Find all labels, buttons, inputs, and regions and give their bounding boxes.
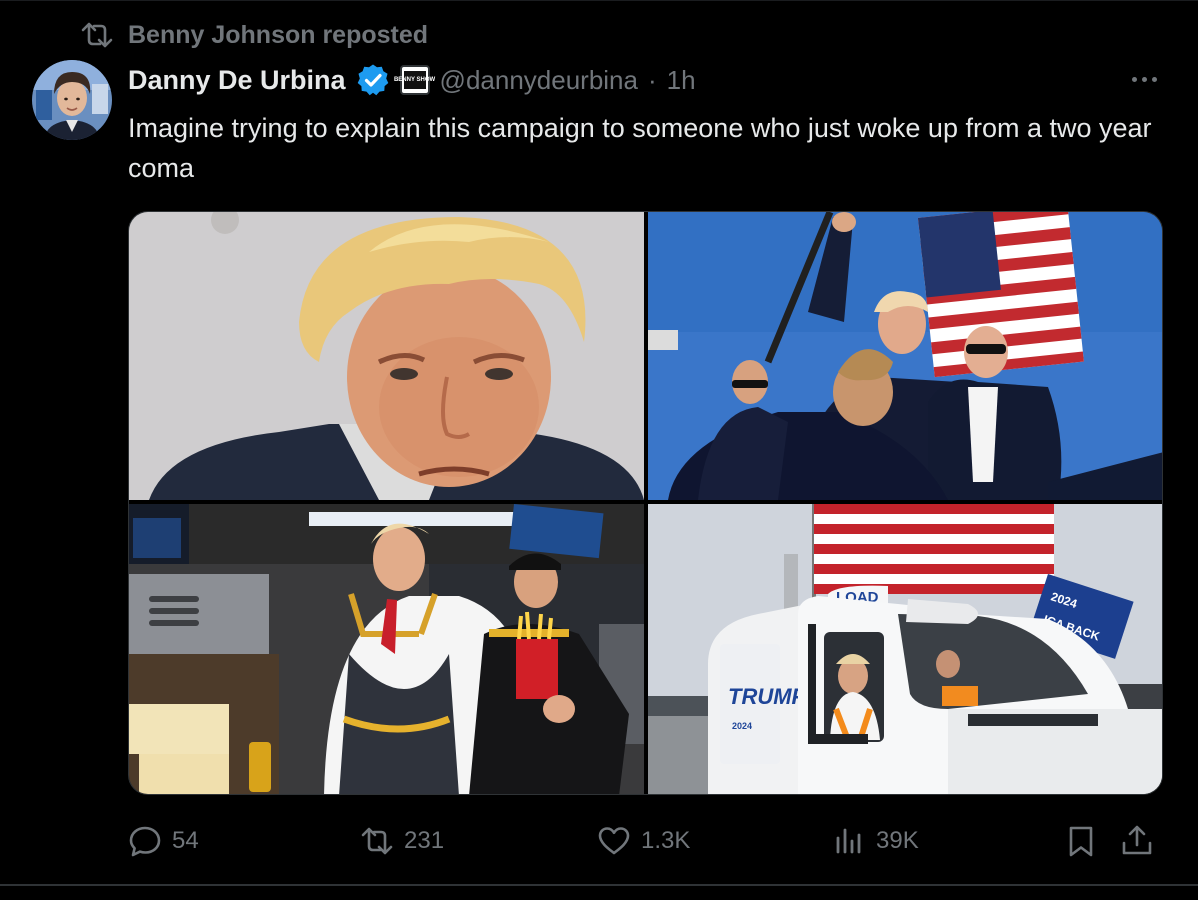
more-options-icon[interactable] [1124,64,1164,94]
bookmark-button[interactable] [1064,818,1098,864]
author-handle[interactable]: @dannydeurbina [440,65,638,96]
tweet-text: Imagine trying to explain this campaign … [128,113,1152,183]
action-bar: 54 231 1.3K 39K [128,818,1168,864]
like-count: 1.3K [641,827,691,854]
affiliate-badge-icon[interactable]: BENNY SHOW [394,65,435,95]
media-image-rally[interactable] [648,212,1162,500]
repost-icon [361,827,393,855]
media-grid: 2024 ICA BACK TRUMP 2024 LOAD [128,211,1163,795]
views-count: 39K [876,827,919,854]
repost-button[interactable]: 231 [360,818,444,864]
top-divider [0,0,1198,1]
media-image-garbage-truck[interactable]: 2024 ICA BACK TRUMP 2024 LOAD [648,504,1162,794]
verified-badge-icon[interactable] [356,63,390,97]
reply-count: 54 [172,827,199,854]
reply-button[interactable]: 54 [128,818,199,864]
heart-icon [598,827,630,855]
media-image-restaurant[interactable] [129,504,644,794]
share-button[interactable] [1120,818,1154,864]
reply-icon [129,826,161,857]
bottom-divider [0,884,1198,886]
avatar[interactable] [32,60,112,140]
separator-dot: · [647,64,657,95]
truck-side-year: 2024 [732,721,752,731]
repost-icon [81,22,113,48]
repost-indicator[interactable]: Benny Johnson reposted [80,20,428,50]
affiliate-badge-text: BENNY SHOW [394,71,435,89]
repost-label: Benny Johnson reposted [128,20,429,49]
timestamp[interactable]: 1h [667,65,696,96]
views-chart-icon [836,828,861,854]
truck-side-text: TRUMP [728,684,807,709]
bookmark-icon [1069,826,1093,857]
share-icon [1122,825,1152,855]
views-button[interactable]: 39K [832,818,919,864]
tweet-header: Danny De Urbina BENNY SHOW @dannydeurbin… [128,60,696,100]
repost-count: 231 [404,827,445,854]
media-image-mugshot[interactable] [129,212,644,500]
author-name[interactable]: Danny De Urbina [128,65,346,96]
like-button[interactable]: 1.3K [597,818,690,864]
